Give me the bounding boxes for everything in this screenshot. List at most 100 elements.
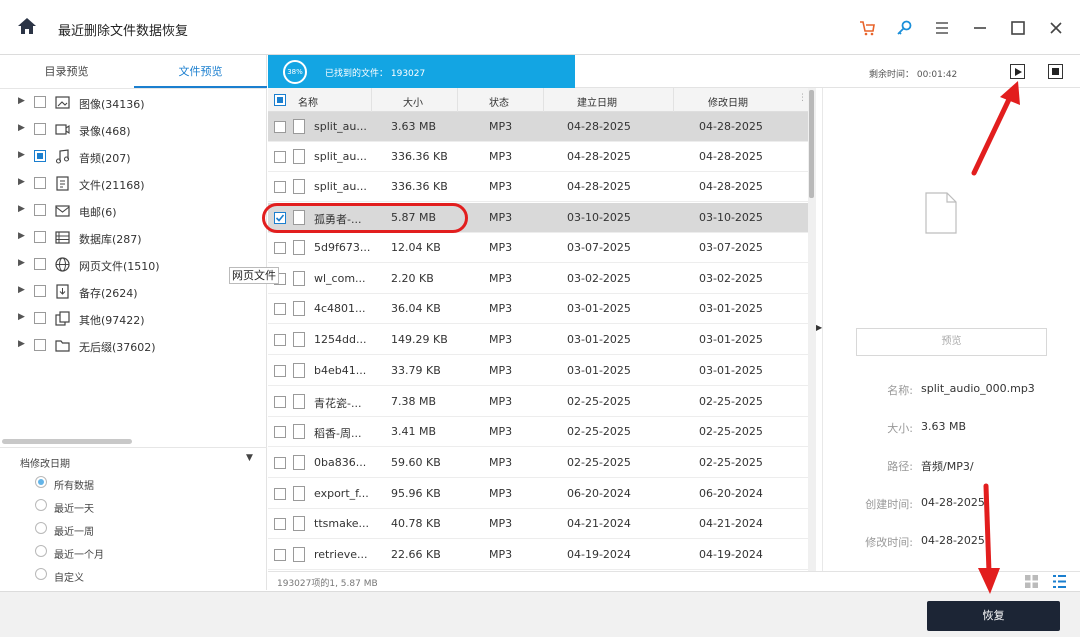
row-checkbox[interactable]: [274, 334, 286, 346]
table-row[interactable]: retrieve... 22.66 KB MP3 04-19-2024 04-1…: [268, 540, 808, 570]
table-row[interactable]: ttsmake... 40.78 KB MP3 04-21-2024 04-21…: [268, 509, 808, 539]
column-header-modified[interactable]: 修改日期: [708, 94, 748, 109]
column-header-created[interactable]: 建立日期: [577, 94, 617, 109]
radio-last-day[interactable]: [35, 499, 47, 511]
stop-icon[interactable]: [1048, 64, 1063, 79]
tree-checkbox[interactable]: [34, 285, 46, 297]
tab-file-preview[interactable]: 文件预览: [134, 55, 267, 88]
column-header-name[interactable]: 名称: [298, 94, 318, 109]
cell-size: 33.79 KB: [391, 364, 441, 377]
column-header-size[interactable]: 大小: [403, 94, 423, 109]
expand-arrow-icon[interactable]: ▶: [18, 204, 25, 214]
close-icon[interactable]: [1046, 18, 1066, 38]
row-checkbox[interactable]: [274, 488, 286, 500]
cart-icon[interactable]: [857, 18, 877, 38]
radio-all-data[interactable]: [35, 476, 47, 488]
expand-arrow-icon[interactable]: ▶: [18, 258, 25, 268]
row-checkbox[interactable]: [274, 365, 286, 377]
table-row[interactable]: export_f... 95.96 KB MP3 06-20-2024 06-2…: [268, 479, 808, 509]
sort-icon[interactable]: ⋮: [798, 93, 807, 103]
tab-directory-preview[interactable]: 目录预览: [0, 55, 133, 88]
table-row[interactable]: split_au... 336.36 KB MP3 04-28-2025 04-…: [268, 142, 808, 172]
cell-created: 02-25-2025: [567, 425, 631, 438]
cell-modified: 02-25-2025: [699, 425, 763, 438]
tree-item-backup[interactable]: ▶ 备存(2624): [0, 281, 267, 303]
row-checkbox[interactable]: [274, 151, 286, 163]
tree-checkbox[interactable]: [34, 339, 46, 351]
row-checkbox[interactable]: [274, 396, 286, 408]
table-row[interactable]: 5d9f673... 12.04 KB MP3 03-07-2025 03-07…: [268, 233, 808, 263]
tree-item-other[interactable]: ▶ 其他(97422): [0, 308, 267, 330]
row-checkbox[interactable]: [274, 181, 286, 193]
row-checkbox[interactable]: [274, 426, 286, 438]
chevron-down-icon[interactable]: ▼: [246, 453, 253, 463]
tree-item-web-files[interactable]: ▶ 网页文件(1510): [0, 254, 267, 276]
column-header-status[interactable]: 状态: [489, 94, 509, 109]
tree-item-email[interactable]: ▶ 电邮(6): [0, 200, 267, 222]
table-row[interactable]: 0ba836... 59.60 KB MP3 02-25-2025 02-25-…: [268, 448, 808, 478]
detail-size-label: 大小:: [887, 422, 913, 435]
tree-item-no-extension[interactable]: ▶ 无后缀(37602): [0, 335, 267, 357]
tree-item-audio[interactable]: ▶ 音频(207): [0, 146, 267, 168]
tree-item-database[interactable]: ▶ 数据库(287): [0, 227, 267, 249]
radio-last-month[interactable]: [35, 545, 47, 557]
cell-status: MP3: [489, 180, 513, 193]
expand-arrow-icon[interactable]: ▶: [18, 96, 25, 106]
tree-checkbox[interactable]: [34, 123, 46, 135]
tree-label: 文件(21168): [79, 179, 145, 192]
minimize-icon[interactable]: [970, 18, 990, 38]
expand-arrow-icon[interactable]: ▶: [18, 150, 25, 160]
expand-arrow-icon[interactable]: ▶: [18, 312, 25, 322]
tree-checkbox[interactable]: [34, 150, 46, 162]
table-row[interactable]: 青花瓷-... 7.38 MB MP3 02-25-2025 02-25-202…: [268, 387, 808, 417]
scrollbar-thumb[interactable]: [809, 90, 814, 198]
menu-icon[interactable]: [932, 18, 952, 38]
table-row[interactable]: 稻香-周... 3.41 MB MP3 02-25-2025 02-25-202…: [268, 417, 808, 447]
maximize-icon[interactable]: [1008, 18, 1028, 38]
backup-icon: [54, 283, 71, 300]
radio-last-week[interactable]: [35, 522, 47, 534]
table-row[interactable]: wl_com... 2.20 KB MP3 03-02-2025 03-02-2…: [268, 264, 808, 294]
tree-checkbox[interactable]: [34, 231, 46, 243]
row-checkbox[interactable]: [274, 518, 286, 530]
radio-custom[interactable]: [35, 568, 47, 580]
tree-item-images[interactable]: ▶ 图像(34136): [0, 92, 267, 114]
file-icon: [293, 119, 305, 134]
horizontal-scrollbar[interactable]: [2, 439, 132, 444]
tree-checkbox[interactable]: [34, 204, 46, 216]
row-checkbox[interactable]: [274, 549, 286, 561]
date-filter-header[interactable]: 档修改日期 ▼: [0, 447, 267, 471]
table-row[interactable]: split_au... 336.36 KB MP3 04-28-2025 04-…: [268, 172, 808, 202]
tree-item-videos[interactable]: ▶ 录像(468): [0, 119, 267, 141]
cell-status: MP3: [489, 548, 513, 561]
preview-button[interactable]: 预览: [856, 328, 1047, 356]
recover-button[interactable]: 恢复: [927, 601, 1060, 631]
row-checkbox[interactable]: [274, 457, 286, 469]
tree-checkbox[interactable]: [34, 312, 46, 324]
tree-checkbox[interactable]: [34, 96, 46, 108]
table-row[interactable]: 4c4801... 36.04 KB MP3 03-01-2025 03-01-…: [268, 294, 808, 324]
row-checkbox[interactable]: [274, 303, 286, 315]
tree-checkbox[interactable]: [34, 258, 46, 270]
tree-item-documents[interactable]: ▶ 文件(21168): [0, 173, 267, 195]
select-all-checkbox[interactable]: [274, 94, 286, 106]
row-checkbox[interactable]: [274, 121, 286, 133]
expand-arrow-icon[interactable]: ▶: [18, 339, 25, 349]
row-checkbox[interactable]: [274, 242, 286, 254]
expand-arrow-icon[interactable]: ▶: [18, 285, 25, 295]
table-row[interactable]: split_au... 3.63 MB MP3 04-28-2025 04-28…: [268, 112, 808, 142]
key-icon[interactable]: [894, 18, 914, 38]
expand-arrow-icon[interactable]: ▶: [18, 123, 25, 133]
tree-checkbox[interactable]: [34, 177, 46, 189]
list-view-icon[interactable]: [1053, 575, 1066, 591]
table-row[interactable]: 1254dd... 149.29 KB MP3 03-01-2025 03-01…: [268, 325, 808, 355]
expand-arrow-icon[interactable]: ▶: [18, 231, 25, 241]
cell-created: 04-21-2024: [567, 517, 631, 530]
tree-label: 数据库(287): [79, 233, 142, 246]
home-icon[interactable]: [17, 17, 37, 39]
vertical-scrollbar[interactable]: [808, 88, 816, 571]
cell-name: 青花瓷-...: [314, 397, 362, 410]
grid-view-icon[interactable]: [1025, 575, 1038, 591]
expand-arrow-icon[interactable]: ▶: [18, 177, 25, 187]
table-row[interactable]: b4eb41... 33.79 KB MP3 03-01-2025 03-01-…: [268, 356, 808, 386]
